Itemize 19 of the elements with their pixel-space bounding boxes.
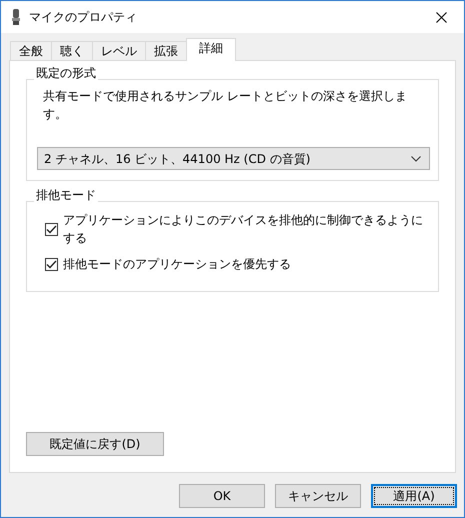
tab[interactable]: 全般 <box>10 41 52 61</box>
dialog-button[interactable]: キャンセル <box>275 484 361 508</box>
dialog-button[interactable]: 適用(A) <box>371 484 457 508</box>
checkbox[interactable] <box>45 258 58 270</box>
description-text: 共有モードで使用されるサンプル レートとビットの深さを選択します。 <box>43 88 408 123</box>
checkbox-label[interactable]: アプリケーションによりこのデバイスを排他的に制御できるようにする <box>63 211 430 247</box>
group-title: 既定の形式 <box>35 67 97 79</box>
group-title: 排他モード <box>35 189 97 201</box>
chevron-icon <box>411 156 421 162</box>
close-icon <box>436 12 446 22</box>
restore-defaults-button[interactable]: 既定値に戻す(D) <box>26 432 164 456</box>
microphone-icon <box>11 9 21 25</box>
checkbox-label[interactable]: 排他モードのアプリケーションを優先する <box>63 255 291 273</box>
checkbox[interactable] <box>45 222 58 236</box>
format-dropdown[interactable]: 2 チャネル、16 ビット、44100 Hz (CD の音質) <box>37 147 430 170</box>
dialog-button[interactable]: OK <box>179 484 265 508</box>
tab[interactable]: 詳細 <box>186 38 236 61</box>
window-title: マイクのプロパティ <box>29 9 137 26</box>
dropdown-value: 2 チャネル、16 ビット、44100 Hz (CD の音質) <box>44 150 310 168</box>
